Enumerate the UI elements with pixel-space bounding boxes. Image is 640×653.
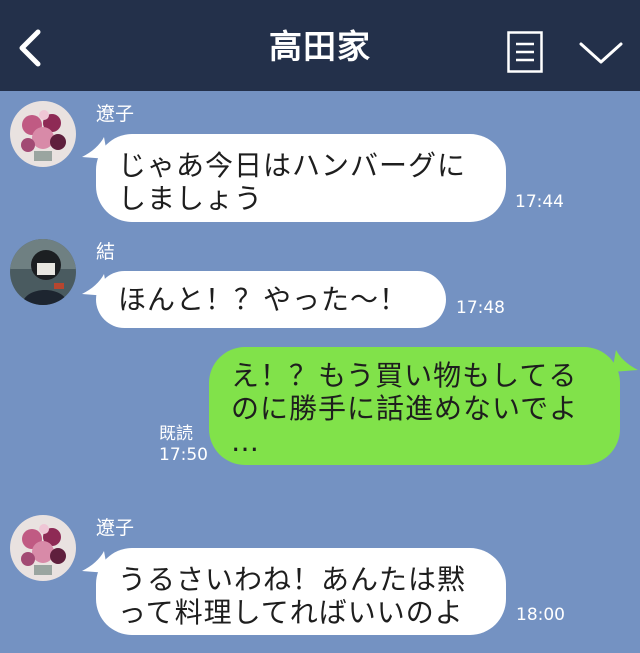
avatar[interactable] (10, 239, 76, 305)
chat-title: 高田家 (269, 27, 371, 66)
avatar[interactable] (10, 515, 76, 581)
message-time: 17:44 (515, 192, 564, 212)
message-bubble[interactable]: え！？もう買い物もしてる のに勝手に話進めないでよ … (209, 347, 620, 465)
chat-header: 高田家 (0, 0, 640, 91)
avatar[interactable] (10, 101, 76, 167)
message-time: 17:48 (456, 298, 505, 318)
sender-name: 遼子 (96, 103, 135, 125)
sender-name: 結 (96, 241, 116, 263)
message-bubble[interactable]: ほんと！？やった〜！ (96, 271, 446, 328)
read-receipt: 既読 17:50 (159, 424, 208, 466)
message-bubble[interactable]: じゃあ今日はハンバーグに しましょう (96, 134, 506, 222)
message-time: 17:50 (159, 445, 208, 465)
notes-menu-icon[interactable] (507, 31, 543, 73)
chevron-down-icon[interactable] (578, 38, 624, 68)
message-bubble[interactable]: うるさいわね！あんたは黙 って料理してればいいのよ (96, 548, 506, 635)
sender-name: 遼子 (96, 517, 135, 539)
message-time: 18:00 (516, 605, 565, 625)
read-label: 既読 (159, 424, 193, 444)
